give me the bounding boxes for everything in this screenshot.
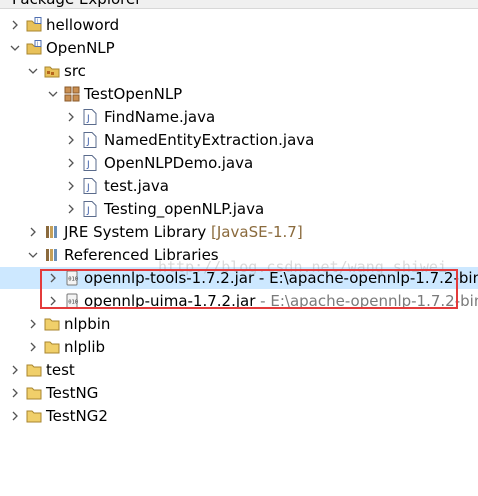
chevron-right-icon[interactable] [64,198,78,220]
tree-item-label: FindName.java [104,108,216,126]
tree-item-label: opennlp-tools-1.7.2.jar - E:\apache-open… [84,268,478,288]
chevron-down-icon[interactable] [8,37,22,59]
tree-item-label: OpenNLP [46,39,115,57]
source-folder-icon [44,66,60,78]
java-project-icon: J [26,40,42,55]
java-file-icon: J [83,201,97,217]
java-file-icon: J [83,155,97,171]
chevron-right-icon[interactable] [46,290,60,312]
tree-item-reflibs[interactable]: Referenced Libraries [0,244,478,266]
tree-item-helloword[interactable]: J helloword [0,14,478,36]
tree-item-src[interactable]: src [0,60,478,82]
tree-item-label: Referenced Libraries [64,246,219,264]
svg-text:010: 010 [68,300,78,306]
tree-item-nlplib[interactable]: nlplib [0,336,478,358]
tree-item-file[interactable]: J test.java [0,175,478,197]
svg-text:J: J [36,19,38,25]
chevron-right-icon[interactable] [8,405,22,427]
chevron-down-icon[interactable] [46,83,60,105]
chevron-right-icon[interactable] [8,359,22,381]
folder-icon [26,387,42,400]
jar-path: - E:\apache-opennlp-1.7.2-bin\ [254,269,478,287]
tree-item-label: nlpbin [64,315,111,333]
chevron-right-icon[interactable] [64,129,78,151]
tree-item-file[interactable]: J OpenNLPDemo.java [0,152,478,174]
svg-text:J: J [86,160,90,170]
package-tree: J helloword J OpenNLP src TestOpenNLP J … [0,8,478,496]
svg-text:J: J [86,137,90,147]
tree-item-jre[interactable]: JRE System Library [JavaSE-1.7] [0,221,478,243]
tree-item-test[interactable]: test [0,359,478,381]
chevron-right-icon[interactable] [8,382,22,404]
chevron-down-icon[interactable] [26,244,40,266]
tree-item-label: JRE System Library [JavaSE-1.7] [64,222,303,242]
tree-item-label: Testing_openNLP.java [104,200,265,218]
tree-item-testng[interactable]: TestNG [0,382,478,404]
tree-item-label: opennlp-uima-1.7.2.jar - E:\apache-openn… [84,291,478,311]
svg-text:J: J [86,206,90,216]
jar-icon: 010 [66,270,78,286]
tree-item-nlpbin[interactable]: nlpbin [0,313,478,335]
tree-item-label: TestNG2 [46,407,108,425]
java-file-icon: J [83,109,97,125]
tree-item-label: helloword [46,16,120,34]
chevron-right-icon[interactable] [26,336,40,358]
tree-item-label: NamedEntityExtraction.java [104,131,315,149]
tree-item-file[interactable]: J FindName.java [0,106,478,128]
tree-item-jar[interactable]: 010 opennlp-uima-1.7.2.jar - E:\apache-o… [0,290,478,312]
chevron-right-icon[interactable] [8,14,22,36]
tree-item-package[interactable]: TestOpenNLP [0,83,478,105]
svg-text:010: 010 [68,277,78,283]
tree-item-label: test.java [104,177,170,195]
chevron-down-icon[interactable] [26,60,40,82]
tree-item-label: TestNG [46,384,99,402]
jar-name: opennlp-tools-1.7.2.jar [84,269,255,287]
jar-name: opennlp-uima-1.7.2.jar [84,292,256,310]
jar-icon: 010 [66,293,78,309]
view-title: Package Explorer [12,0,141,8]
chevron-right-icon[interactable] [64,175,78,197]
svg-text:J: J [86,114,90,124]
tree-item-testng2[interactable]: TestNG2 [0,405,478,427]
tree-item-file[interactable]: J Testing_openNLP.java [0,198,478,220]
java-project-icon: J [26,17,42,32]
chevron-right-icon[interactable] [26,313,40,335]
folder-icon [26,364,42,377]
chevron-right-icon[interactable] [64,106,78,128]
folder-icon [26,410,42,423]
chevron-right-icon[interactable] [26,221,40,243]
folder-icon [44,318,60,331]
tree-item-label: src [64,62,86,80]
tree-item-label: test [46,361,75,379]
svg-text:J: J [36,42,38,48]
library-icon [46,249,57,261]
tree-item-file[interactable]: J NamedEntityExtraction.java [0,129,478,151]
tree-item-opennlp[interactable]: J OpenNLP [0,37,478,59]
java-file-icon: J [83,178,97,194]
chevron-right-icon[interactable] [46,267,60,289]
tree-item-label: TestOpenNLP [84,85,183,103]
chevron-right-icon[interactable] [64,152,78,174]
jar-path: - E:\apache-opennlp-1.7.2-bin\ [255,292,478,310]
tree-item-label: OpenNLPDemo.java [104,154,254,172]
library-icon [46,226,57,238]
jre-name: JRE System Library [64,223,207,241]
folder-icon [44,341,60,354]
jre-decoration: [JavaSE-1.7] [211,223,303,241]
tree-item-label: nlplib [64,338,106,356]
svg-text:J: J [86,183,90,193]
java-file-icon: J [83,132,97,148]
package-icon [64,86,80,102]
tree-item-jar[interactable]: 010 opennlp-tools-1.7.2.jar - E:\apache-… [0,267,478,289]
